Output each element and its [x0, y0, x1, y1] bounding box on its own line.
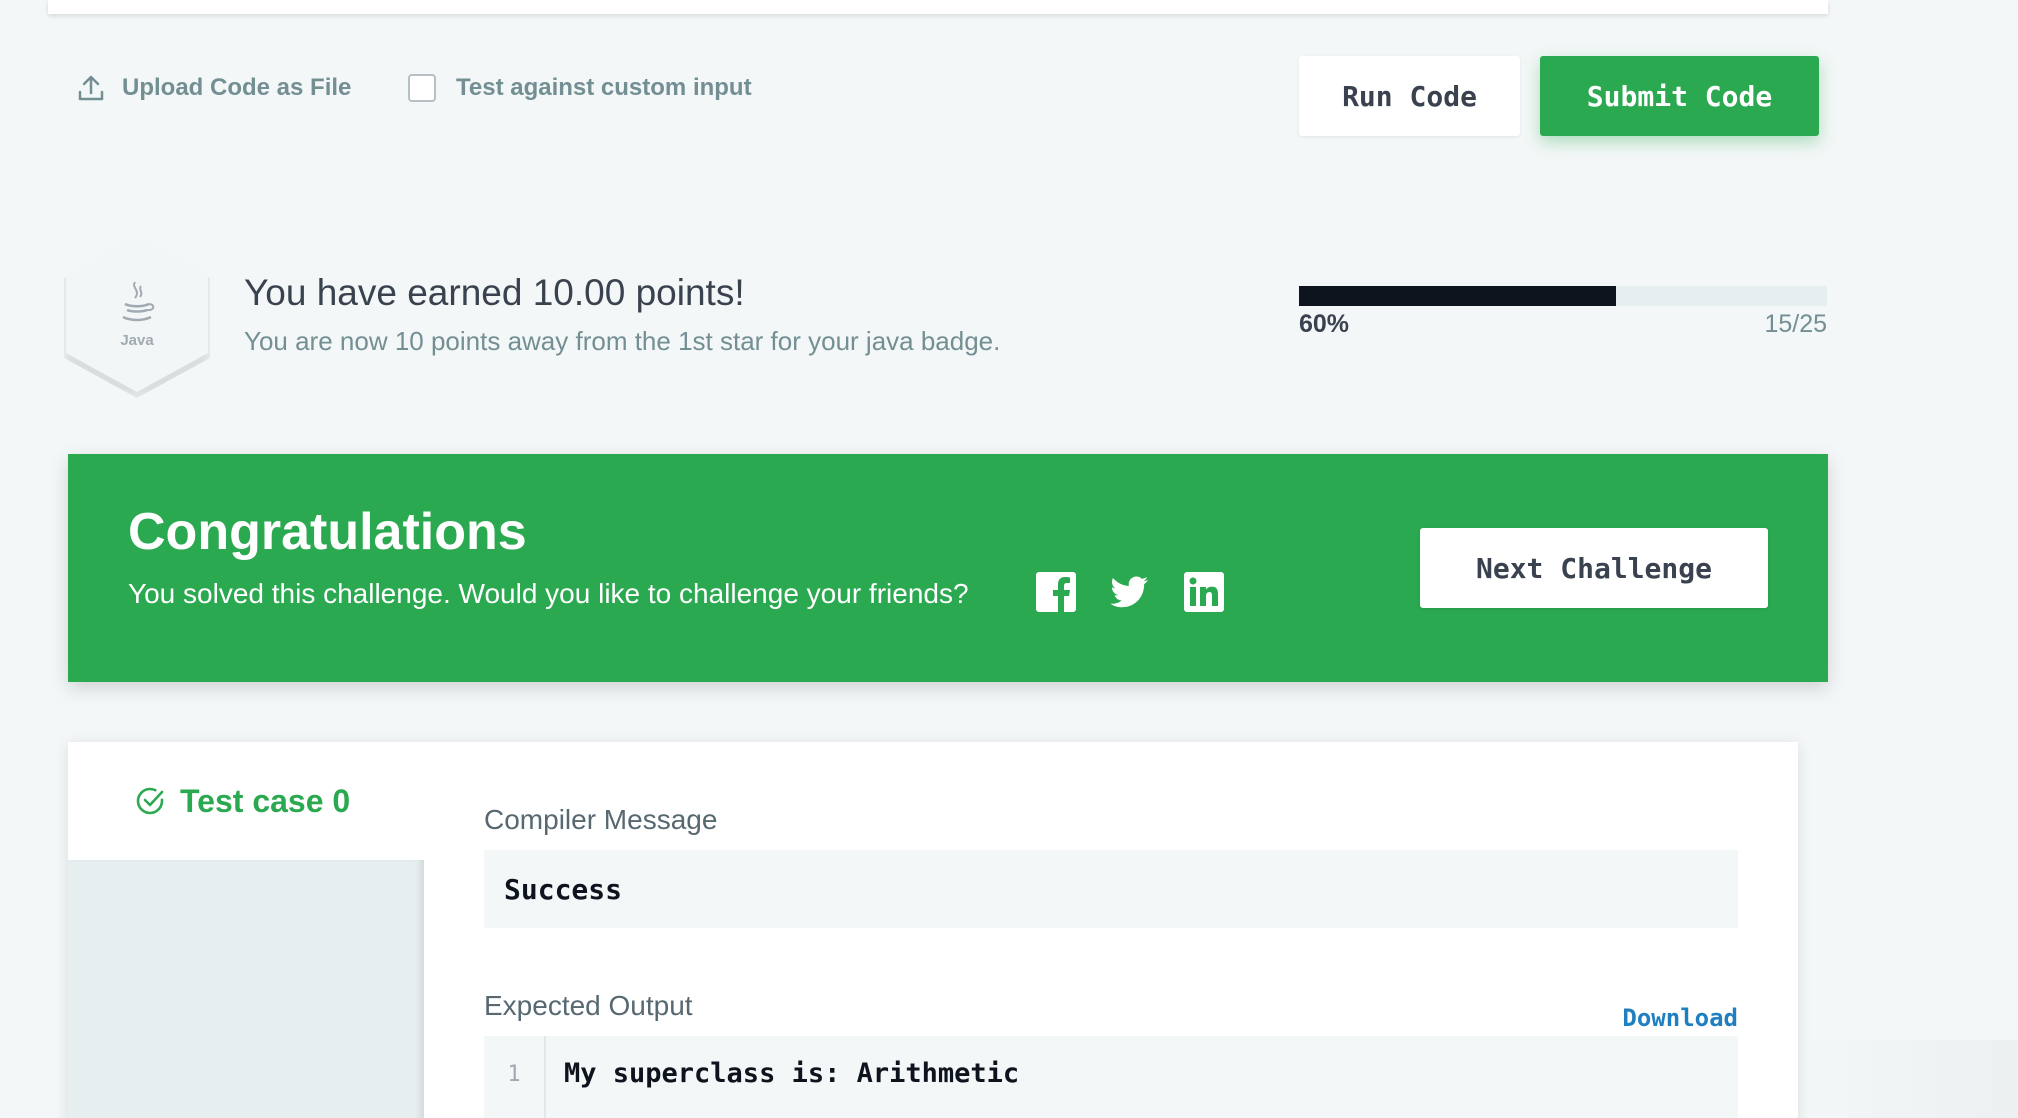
progress-count: 15/25 [1764, 310, 1827, 338]
expected-output-box: 1 My superclass is: Arithmetic [484, 1036, 1738, 1118]
editor-panel-bottom [48, 0, 1828, 14]
facebook-icon[interactable] [1036, 572, 1076, 612]
twitter-icon[interactable] [1110, 572, 1150, 612]
upload-code-button[interactable]: Upload Code as File [78, 72, 351, 104]
next-challenge-button[interactable]: Next Challenge [1420, 528, 1768, 608]
check-circle-icon [136, 787, 164, 815]
tab-label: Test case 0 [180, 782, 351, 819]
points-subtitle: You are now 10 points away from the 1st … [244, 326, 1001, 356]
java-coffee-icon [122, 280, 155, 321]
points-title: You have earned 10.00 points! [244, 272, 745, 313]
custom-input-label: Test against custom input [456, 74, 752, 101]
download-link[interactable]: Download [1622, 1004, 1738, 1032]
custom-input-checkbox[interactable] [408, 74, 436, 102]
run-code-button[interactable]: Run Code [1299, 56, 1520, 136]
banner-text: You solved this challenge. Would you lik… [128, 578, 969, 609]
progress-percent: 60% [1299, 310, 1350, 338]
custom-input-toggle[interactable]: Test against custom input [408, 72, 752, 104]
expected-output-label: Expected Output [484, 990, 693, 1021]
badge-label: Java [120, 331, 154, 349]
congratulations-banner: Congratulations You solved this challeng… [68, 454, 1828, 682]
page-edge-shadow [1798, 1040, 2018, 1118]
test-results-panel: Test case 0 Compiler Message Success Exp… [68, 742, 1798, 1118]
output-line: My superclass is: Arithmetic [564, 1058, 1020, 1089]
progress-fill [1299, 286, 1616, 306]
tab-list-empty-area [68, 860, 424, 1118]
banner-title: Congratulations [128, 503, 527, 561]
tab-test-case-0[interactable]: Test case 0 [68, 742, 424, 860]
compiler-message-label: Compiler Message [484, 804, 718, 835]
upload-code-label: Upload Code as File [122, 74, 352, 101]
upload-icon [78, 75, 104, 101]
line-number: 1 [484, 1036, 546, 1118]
linkedin-icon[interactable] [1184, 572, 1224, 612]
submit-code-button[interactable]: Submit Code [1540, 56, 1819, 136]
progress-bar [1299, 286, 1827, 306]
compiler-message-value: Success [484, 850, 1738, 928]
